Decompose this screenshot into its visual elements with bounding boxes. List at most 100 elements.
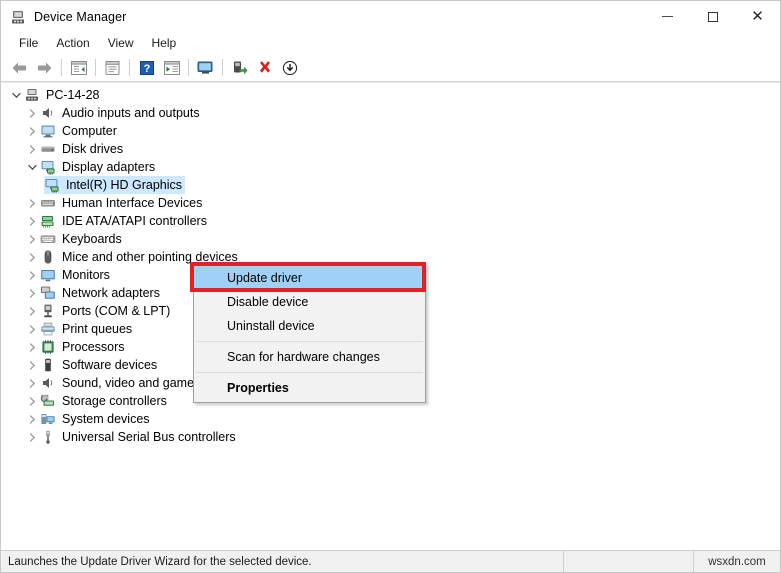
uninstall-device-icon[interactable] bbox=[252, 56, 277, 80]
chevron-right-icon[interactable] bbox=[24, 140, 40, 158]
svg-text:?: ? bbox=[143, 63, 150, 75]
system-device-icon bbox=[40, 411, 56, 427]
chevron-right-icon[interactable] bbox=[24, 284, 40, 302]
menu-action[interactable]: Action bbox=[47, 34, 98, 52]
tree-node-label: Monitors bbox=[62, 268, 110, 282]
show-hide-console-tree-icon[interactable] bbox=[66, 56, 91, 80]
context-menu-item-label: Scan for hardware changes bbox=[227, 350, 380, 364]
tree-node-ide-ata-atapi-controllers[interactable]: IDE ATA/ATAPI controllers bbox=[1, 212, 780, 230]
tree-node-intel-hd-graphics[interactable]: Intel(R) HD Graphics bbox=[1, 176, 780, 194]
context-menu-separator bbox=[196, 341, 423, 342]
ide-controller-icon bbox=[40, 213, 56, 229]
tree-node-label: Storage controllers bbox=[62, 394, 167, 408]
chevron-down-icon[interactable] bbox=[8, 86, 24, 104]
chevron-right-icon[interactable] bbox=[24, 194, 40, 212]
chevron-right-icon[interactable] bbox=[24, 248, 40, 266]
tree-node-label: Network adapters bbox=[62, 286, 160, 300]
tree-node-disk-drives[interactable]: Disk drives bbox=[1, 140, 780, 158]
chevron-right-icon[interactable] bbox=[24, 428, 40, 446]
monitor-icon bbox=[40, 123, 56, 139]
tree-node-label: Print queues bbox=[62, 322, 133, 336]
scan-hardware-changes-icon[interactable] bbox=[193, 56, 218, 80]
disk-icon bbox=[40, 141, 56, 157]
watermark: wsxdn.com bbox=[708, 555, 766, 568]
maximize-button[interactable] bbox=[690, 1, 735, 32]
toolbar-separator bbox=[188, 59, 189, 76]
chevron-right-icon[interactable] bbox=[24, 374, 40, 392]
tree-node-label: Keyboards bbox=[62, 232, 122, 246]
tree-node-keyboards[interactable]: Keyboards bbox=[1, 230, 780, 248]
tree-node-label: Human Interface Devices bbox=[62, 196, 203, 210]
chevron-right-icon[interactable] bbox=[24, 104, 40, 122]
chevron-right-icon[interactable] bbox=[24, 356, 40, 374]
toolbar-separator bbox=[95, 59, 96, 76]
tree-node-label: Computer bbox=[62, 124, 117, 138]
context-menu-item-label: Disable device bbox=[227, 295, 309, 309]
properties-icon[interactable] bbox=[100, 56, 125, 80]
menu-help[interactable]: Help bbox=[143, 34, 186, 52]
tree-node-universal-serial-bus-controllers[interactable]: Universal Serial Bus controllers bbox=[1, 428, 780, 446]
forward-arrow-icon[interactable] bbox=[32, 56, 57, 80]
status-bar: Launches the Update Driver Wizard for th… bbox=[1, 550, 780, 572]
context-menu-item-label: Properties bbox=[227, 381, 289, 395]
tree-root-node[interactable]: PC-14-28 bbox=[1, 86, 780, 104]
device-manager-window: Device Manager ✕ File Action View Help ?… bbox=[0, 0, 781, 573]
window-title: Device Manager bbox=[34, 9, 127, 24]
toolbar-separator bbox=[222, 59, 223, 76]
context-menu-separator bbox=[196, 372, 423, 373]
device-tree-pane[interactable]: PC-14-28 Audio inputs and outputs Comput… bbox=[1, 82, 780, 550]
tree-node-label: Universal Serial Bus controllers bbox=[62, 430, 236, 444]
chevron-right-icon[interactable] bbox=[24, 338, 40, 356]
chevron-right-icon[interactable] bbox=[24, 212, 40, 230]
chevron-right-icon[interactable] bbox=[24, 410, 40, 428]
display-adapter-icon bbox=[40, 159, 56, 175]
hid-icon bbox=[40, 195, 56, 211]
tree-node-system-devices[interactable]: System devices bbox=[1, 410, 780, 428]
display-adapter-icon bbox=[44, 177, 60, 193]
mouse-icon bbox=[40, 249, 56, 265]
tree-node-human-interface-devices[interactable]: Human Interface Devices bbox=[1, 194, 780, 212]
enable-device-icon[interactable] bbox=[227, 56, 252, 80]
window-controls: ✕ bbox=[645, 1, 780, 32]
tree-node-audio-inputs-and-outputs[interactable]: Audio inputs and outputs bbox=[1, 104, 780, 122]
storage-controller-icon bbox=[40, 393, 56, 409]
update-driver-icon[interactable] bbox=[159, 56, 184, 80]
network-adapter-icon bbox=[40, 285, 56, 301]
keyboard-icon bbox=[40, 231, 56, 247]
chevron-right-icon[interactable] bbox=[24, 230, 40, 248]
printer-icon bbox=[40, 321, 56, 337]
context-menu-item-disable-device[interactable]: Disable device bbox=[194, 290, 425, 314]
chevron-right-icon[interactable] bbox=[24, 392, 40, 410]
software-device-icon bbox=[40, 357, 56, 373]
chevron-right-icon[interactable] bbox=[24, 122, 40, 140]
tree-node-label: Display adapters bbox=[62, 160, 156, 174]
minimize-button[interactable] bbox=[645, 1, 690, 32]
tree-node-label: Ports (COM & LPT) bbox=[62, 304, 171, 318]
chevron-right-icon[interactable] bbox=[24, 302, 40, 320]
chevron-down-icon[interactable] bbox=[24, 158, 40, 176]
tree-node-label: Audio inputs and outputs bbox=[62, 106, 200, 120]
tree-node-display-adapters[interactable]: Display adapters bbox=[1, 158, 780, 176]
menu-view[interactable]: View bbox=[99, 34, 143, 52]
chevron-right-icon[interactable] bbox=[24, 266, 40, 284]
speaker-icon bbox=[40, 105, 56, 121]
tree-node-label: Mice and other pointing devices bbox=[62, 250, 238, 264]
context-menu-item-update-driver[interactable]: Update driver bbox=[194, 266, 425, 290]
close-button[interactable]: ✕ bbox=[735, 1, 780, 32]
toolbar-separator bbox=[129, 59, 130, 76]
disable-device-icon[interactable] bbox=[277, 56, 302, 80]
context-menu[interactable]: Update driver Disable device Uninstall d… bbox=[193, 263, 426, 403]
context-menu-item-label: Update driver bbox=[227, 271, 303, 285]
context-menu-item-scan-for-hardware-changes[interactable]: Scan for hardware changes bbox=[194, 345, 425, 369]
tree-node-computer[interactable]: Computer bbox=[1, 122, 780, 140]
tree-node-label: System devices bbox=[62, 412, 150, 426]
toolbar: ? bbox=[1, 54, 780, 82]
context-menu-item-properties[interactable]: Properties bbox=[194, 376, 425, 400]
device-manager-icon bbox=[10, 9, 26, 25]
chevron-right-icon[interactable] bbox=[24, 320, 40, 338]
monitor-icon bbox=[40, 267, 56, 283]
back-arrow-icon[interactable] bbox=[7, 56, 32, 80]
help-icon[interactable]: ? bbox=[134, 56, 159, 80]
context-menu-item-uninstall-device[interactable]: Uninstall device bbox=[194, 314, 425, 338]
menu-file[interactable]: File bbox=[10, 34, 47, 52]
